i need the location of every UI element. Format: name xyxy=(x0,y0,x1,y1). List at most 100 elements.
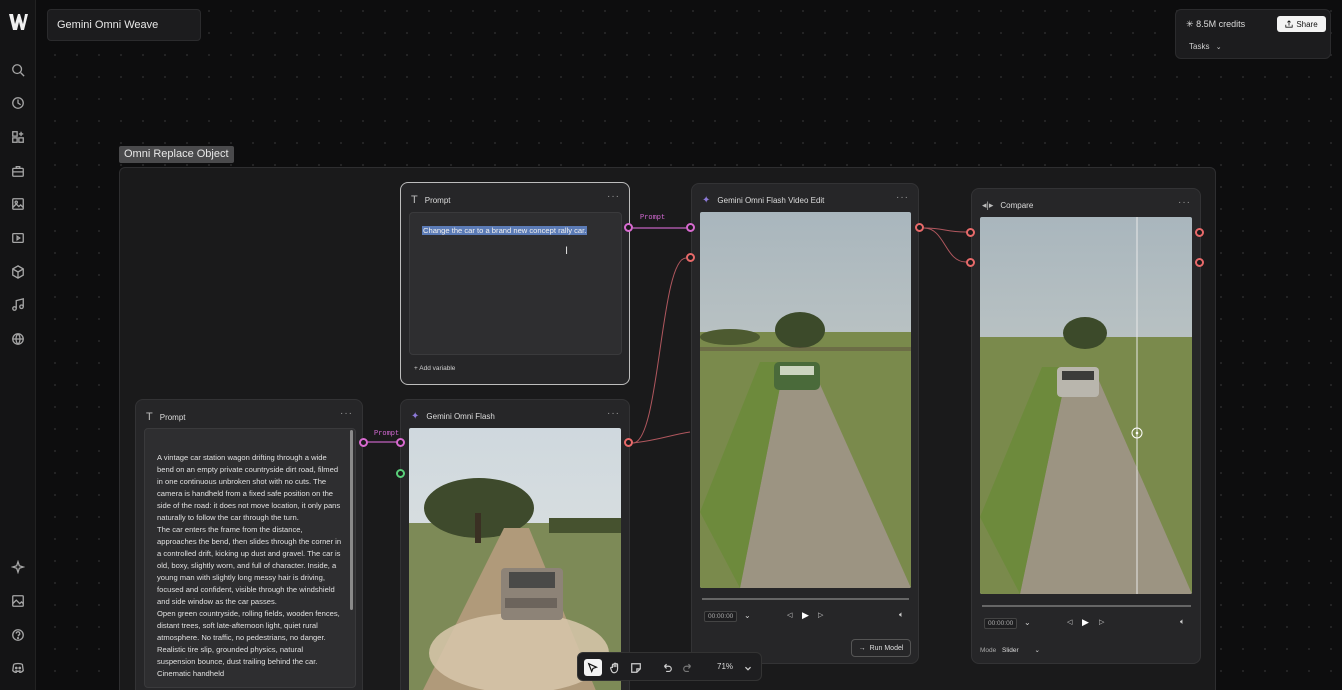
text-type-icon: T xyxy=(411,194,418,206)
undo-icon[interactable] xyxy=(658,659,676,676)
output-port-prompt-left[interactable] xyxy=(359,438,368,447)
mode-select[interactable]: Slider ⌄ xyxy=(1002,644,1044,657)
input-port-a[interactable] xyxy=(966,228,975,237)
skip-forward-icon[interactable]: ▷ xyxy=(818,611,823,619)
output-port-prompt-top[interactable] xyxy=(624,223,633,232)
input-port-prompt[interactable] xyxy=(396,438,405,447)
prompt-text: A vintage car station wagon drifting thr… xyxy=(157,453,342,678)
chevron-down-icon: ⌄ xyxy=(1215,44,1222,51)
node-title: Prompt xyxy=(424,195,451,205)
video-icon[interactable] xyxy=(8,228,28,248)
timecode-display[interactable]: 00:00:00 xyxy=(984,618,1018,629)
video-timeline[interactable] xyxy=(982,605,1191,607)
chevron-down-icon[interactable]: ⌄ xyxy=(744,611,751,620)
sparkle-icon: ✦ xyxy=(702,195,711,206)
node-title: Gemini Omni Flash Video Edit xyxy=(717,196,825,205)
edge-label: Prompt xyxy=(374,430,400,438)
input-port-b[interactable] xyxy=(966,258,975,267)
node-header: T Prompt xyxy=(146,411,186,423)
selected-text: Change the car to a brand new concept ra… xyxy=(422,226,588,235)
output-video-preview[interactable] xyxy=(409,428,621,690)
mode-value: Slider xyxy=(1002,647,1019,654)
compare-preview[interactable] xyxy=(980,217,1192,594)
volume-icon[interactable]: 🔈︎ xyxy=(1180,617,1185,627)
output-port-a[interactable] xyxy=(1195,228,1204,237)
redo-icon[interactable] xyxy=(679,659,697,676)
prompt-textarea[interactable]: A vintage car station wagon drifting thr… xyxy=(144,428,356,688)
scrollbar[interactable] xyxy=(350,430,353,610)
help-icon[interactable] xyxy=(8,625,28,645)
timecode-display[interactable]: 00:00:00 xyxy=(704,611,738,622)
edited-video-preview[interactable] xyxy=(700,212,911,588)
group-label[interactable]: Omni Replace Object xyxy=(119,146,234,163)
run-model-label: Run Model xyxy=(869,644,904,652)
edge-label: Prompt xyxy=(640,214,666,222)
chevron-down-icon[interactable] xyxy=(739,659,757,676)
prompt-node-top[interactable]: T Prompt ··· Change the car to a brand n… xyxy=(400,182,630,385)
volume-icon[interactable]: 🔈︎ xyxy=(899,610,904,620)
history-icon[interactable] xyxy=(8,93,28,113)
more-options-icon[interactable]: ··· xyxy=(896,192,909,203)
asterisk-icon: ✳ xyxy=(1186,19,1194,29)
sidebar xyxy=(0,0,36,690)
discord-icon[interactable] xyxy=(8,658,28,678)
credits-display: ✳ 8.5M credits xyxy=(1186,19,1245,30)
play-icon[interactable]: ▶ xyxy=(802,610,809,621)
add-variable-button[interactable]: + Add variable xyxy=(414,365,455,372)
search-icon[interactable] xyxy=(8,60,28,80)
app-logo[interactable] xyxy=(7,12,29,32)
gemini-omni-flash-node[interactable]: ✦ Gemini Omni Flash ··· xyxy=(400,399,630,690)
input-port-video[interactable] xyxy=(686,253,695,262)
node-header: ◂|▸ Compare xyxy=(982,200,1033,211)
credits-label: 8.5M credits xyxy=(1196,19,1246,29)
video-timeline[interactable] xyxy=(702,598,909,600)
image-icon[interactable] xyxy=(8,194,28,214)
node-header: ✦ Gemini Omni Flash xyxy=(411,411,495,422)
input-port-image[interactable] xyxy=(396,469,405,478)
cube-icon[interactable] xyxy=(8,262,28,282)
skip-forward-icon[interactable]: ▷ xyxy=(1099,618,1104,626)
text-cursor-icon: I xyxy=(565,245,569,257)
sparkle-icon[interactable] xyxy=(8,557,28,577)
prompt-node-left[interactable]: T Prompt ··· A vintage car station wagon… xyxy=(135,399,363,690)
select-tool-icon[interactable] xyxy=(584,659,602,676)
arrow-right-icon: → xyxy=(858,644,866,652)
play-icon[interactable]: ▶ xyxy=(1082,617,1089,628)
chevron-down-icon: ⌄ xyxy=(1034,647,1040,654)
chevron-down-icon[interactable]: ⌄ xyxy=(1024,618,1031,627)
node-title: Prompt xyxy=(159,412,186,422)
more-options-icon[interactable]: ··· xyxy=(340,408,353,419)
run-model-button[interactable]: → Run Model xyxy=(851,639,911,657)
project-title[interactable]: Gemini Omni Weave xyxy=(47,9,201,41)
sticky-note-icon[interactable] xyxy=(627,659,645,676)
gallery-icon[interactable] xyxy=(8,591,28,611)
skip-back-icon[interactable]: ◁ xyxy=(1067,618,1072,626)
skip-back-icon[interactable]: ◁ xyxy=(787,611,792,619)
music-icon[interactable] xyxy=(8,295,28,315)
globe-icon[interactable] xyxy=(8,329,28,349)
output-port-video[interactable] xyxy=(624,438,633,447)
node-header: ✦ Gemini Omni Flash Video Edit xyxy=(702,195,824,206)
output-port-b[interactable] xyxy=(1195,258,1204,267)
prompt-textarea[interactable]: Change the car to a brand new concept ra… xyxy=(409,212,622,355)
hand-tool-icon[interactable] xyxy=(606,659,624,676)
node-title: Gemini Omni Flash xyxy=(426,412,495,421)
tasks-dropdown[interactable]: Tasks ⌄ xyxy=(1189,42,1222,51)
briefcase-icon[interactable] xyxy=(8,161,28,181)
apps-icon[interactable] xyxy=(8,127,28,147)
video-edit-node[interactable]: ✦ Gemini Omni Flash Video Edit ··· 00:00… xyxy=(691,183,919,664)
plus-icon: + xyxy=(414,365,418,372)
compare-node[interactable]: ◂|▸ Compare ··· 00:00:00 ⌄ ◁ ▶ ▷ 🔈︎ Mode… xyxy=(971,188,1201,664)
node-header: T Prompt xyxy=(411,194,451,206)
more-options-icon[interactable]: ··· xyxy=(1178,197,1191,208)
more-options-icon[interactable]: ··· xyxy=(607,191,620,202)
input-port-prompt[interactable] xyxy=(686,223,695,232)
compare-icon: ◂|▸ xyxy=(982,200,994,210)
share-button[interactable]: Share xyxy=(1277,16,1326,32)
canvas-toolbar: 71% xyxy=(577,652,762,681)
output-port-video[interactable] xyxy=(915,223,924,232)
share-icon xyxy=(1285,20,1293,28)
more-options-icon[interactable]: ··· xyxy=(607,408,620,419)
zoom-level[interactable]: 71% xyxy=(717,662,733,671)
text-type-icon: T xyxy=(146,411,153,423)
